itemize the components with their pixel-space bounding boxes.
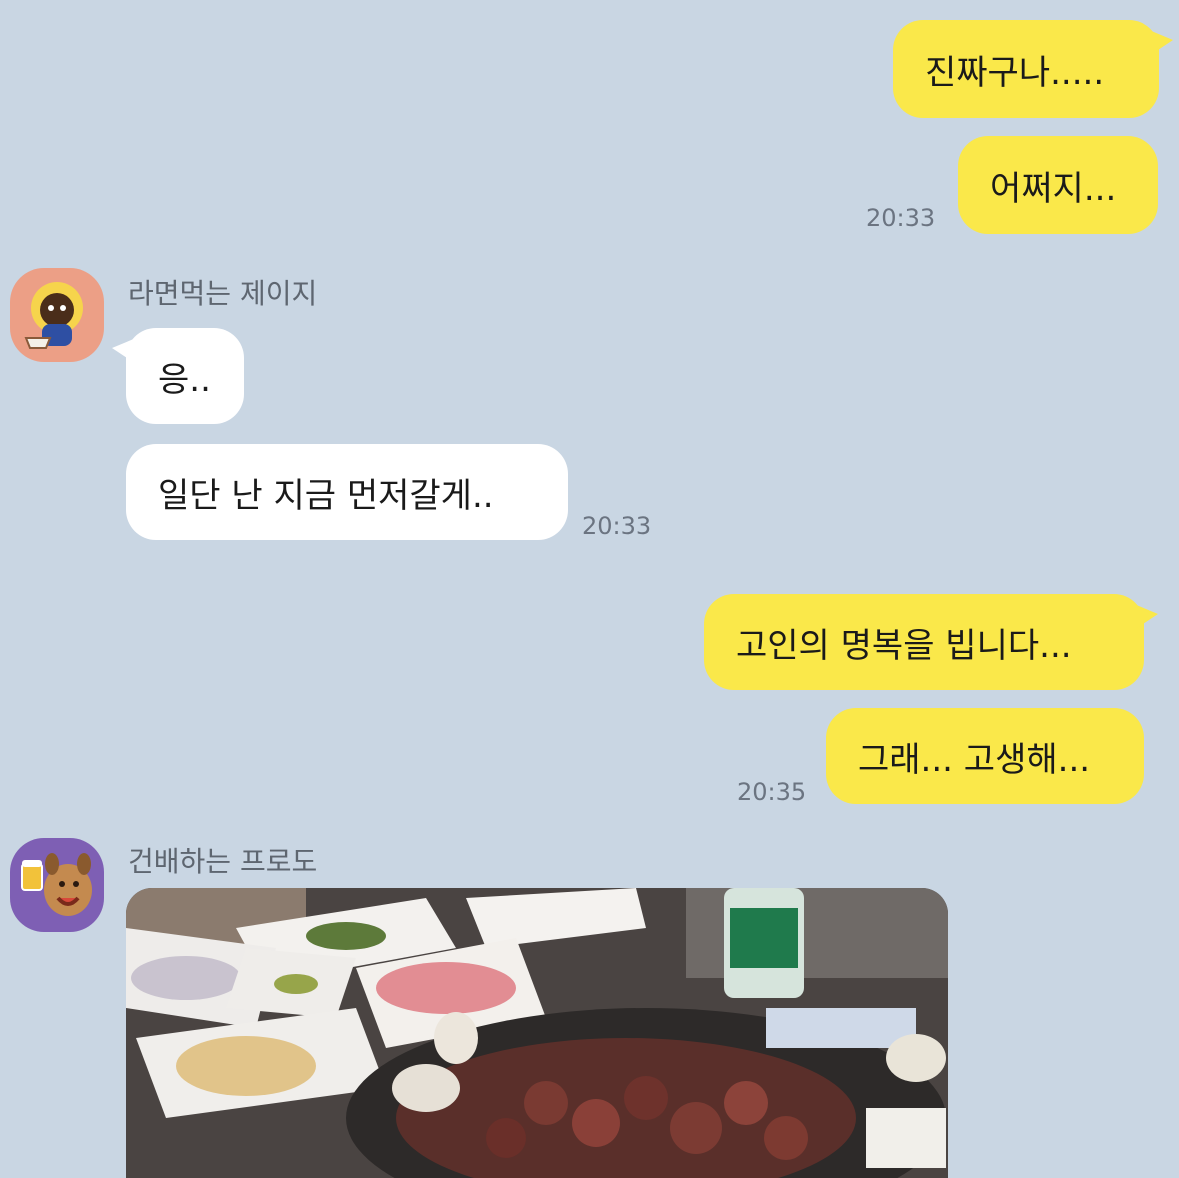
message-bubble-mine[interactable]: 진짜구나.....: [893, 20, 1173, 118]
timestamp: 20:35: [737, 778, 807, 806]
cheers-frodo-avatar[interactable]: [10, 838, 104, 932]
message-text: 진짜구나.....: [925, 52, 1105, 93]
timestamp: 20:33: [582, 512, 652, 540]
message-bubble-mine[interactable]: 어쩌지...: [958, 136, 1158, 234]
ramen-jayg-avatar[interactable]: [10, 268, 104, 362]
sender-name: 라면먹는 제이지: [128, 277, 318, 310]
bbq-table-photo: [126, 888, 948, 1178]
message-bubble-theirs[interactable]: 응..: [112, 328, 244, 424]
message-text: 일단 난 지금 먼저갈게..: [158, 475, 494, 516]
message-text: 그래... 고생해...: [858, 739, 1091, 780]
sender-name: 건배하는 프로도: [128, 845, 318, 878]
jayg-character-icon: [24, 282, 83, 349]
message-bubble-mine[interactable]: 고인의 명복을 빕니다...: [704, 594, 1158, 690]
message-text: 어쩌지...: [990, 168, 1117, 209]
message-bubble-mine[interactable]: 그래... 고생해...: [826, 708, 1144, 804]
photo-message[interactable]: [126, 888, 948, 1178]
timestamp: 20:33: [866, 204, 936, 232]
message-text: 고인의 명복을 빕니다...: [736, 625, 1072, 666]
frodo-character-icon: [21, 853, 92, 916]
message-text: 응..: [158, 359, 211, 400]
message-bubble-theirs[interactable]: 일단 난 지금 먼저갈게..: [126, 444, 568, 540]
